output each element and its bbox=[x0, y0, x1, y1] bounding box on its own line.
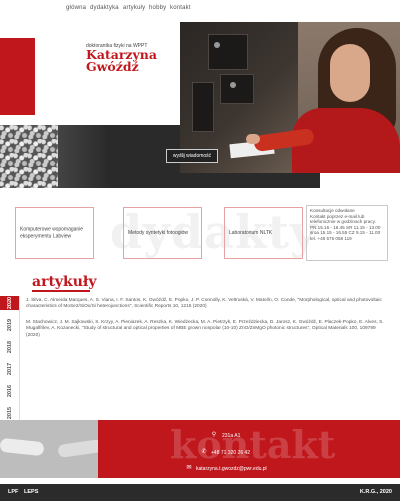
year-divider bbox=[19, 296, 20, 421]
course-card-labview[interactable]: Komputerowe wspomaganie eksperymentu Lab… bbox=[15, 207, 94, 259]
pebble-fade bbox=[58, 125, 108, 188]
course-card-label: Laboratorium NLTK bbox=[229, 229, 273, 236]
course-card-label: Metody syntetyki fotoogiów bbox=[128, 229, 189, 236]
footer-copyright: K.R.G., 2020 bbox=[359, 489, 392, 495]
nav-item-teaching[interactable]: dydaktyka bbox=[90, 5, 119, 11]
article-entry[interactable]: M. Stachowicz, J. M. Sajkowski, S. Krzyy… bbox=[26, 320, 386, 339]
pebble-texture-image bbox=[0, 125, 58, 188]
articles-heading: artykuły bbox=[32, 274, 97, 290]
nav-item-hobby[interactable]: hobby bbox=[149, 5, 166, 11]
year-selector: 2020 2019 2018 2017 2016 2015 bbox=[0, 296, 19, 426]
course-card-photo-methods[interactable]: Metody syntetyki fotoogiów bbox=[123, 207, 202, 259]
contact-email[interactable]: katarzyna.t.gwozdz@pwr.edu.pl bbox=[196, 466, 267, 472]
mail-icon: ✉ bbox=[186, 465, 192, 471]
year-tab-2015[interactable]: 2015 bbox=[0, 406, 19, 420]
nav-item-contact[interactable]: kontakt bbox=[170, 5, 191, 11]
year-tab-2020[interactable]: 2020 bbox=[0, 296, 19, 310]
top-nav: główna dydaktyka artykuły hobby kontakt bbox=[0, 0, 400, 18]
contact-background-word: kontakt bbox=[170, 422, 336, 467]
hero-name-last: Gwóźdź bbox=[86, 59, 139, 74]
hands-image bbox=[0, 420, 98, 478]
footer: LPF LEPS K.R.G., 2020 bbox=[0, 484, 400, 501]
year-tab-2019[interactable]: 2019 bbox=[0, 318, 19, 332]
contact-room: 231a A1 bbox=[222, 433, 241, 439]
location-icon: ⚲ bbox=[211, 432, 217, 438]
footer-link-leps[interactable]: LEPS bbox=[24, 489, 38, 495]
year-tab-2018[interactable]: 2018 bbox=[0, 340, 19, 354]
footer-link-lpf[interactable]: LPF bbox=[8, 489, 18, 495]
article-entry[interactable]: J. Silva, C. Almeida Marques, A. S. Vian… bbox=[26, 298, 386, 311]
office-hours-text: Konsultacje odwołane Kontakt poprzez e-m… bbox=[310, 208, 381, 241]
contact-phone[interactable]: +48 71 320 26 42 bbox=[211, 450, 250, 456]
year-tab-2016[interactable]: 2016 bbox=[0, 384, 19, 398]
hero-name: Katarzyna Gwóźdź bbox=[86, 48, 180, 74]
course-card-label: Komputerowe wspomaganie eksperymentu Lab… bbox=[20, 226, 84, 240]
hero-accent-block bbox=[0, 38, 35, 115]
year-tab-2017[interactable]: 2017 bbox=[0, 362, 19, 376]
nav-item-articles[interactable]: artykuły bbox=[123, 5, 145, 11]
nav-item-home[interactable]: główna bbox=[66, 5, 86, 11]
contact-section: kontakt ⚲ 231a A1 ✆ +48 71 320 26 42 ✉ k… bbox=[0, 420, 400, 478]
articles-underline bbox=[32, 290, 90, 292]
phone-icon: ✆ bbox=[201, 449, 207, 455]
send-message-button[interactable]: wyślij wiadomość bbox=[166, 149, 218, 163]
course-card-nltk[interactable]: Laboratorium NLTK bbox=[224, 207, 303, 259]
office-hours-box: Konsultacje odwołane Kontakt poprzez e-m… bbox=[306, 205, 388, 261]
